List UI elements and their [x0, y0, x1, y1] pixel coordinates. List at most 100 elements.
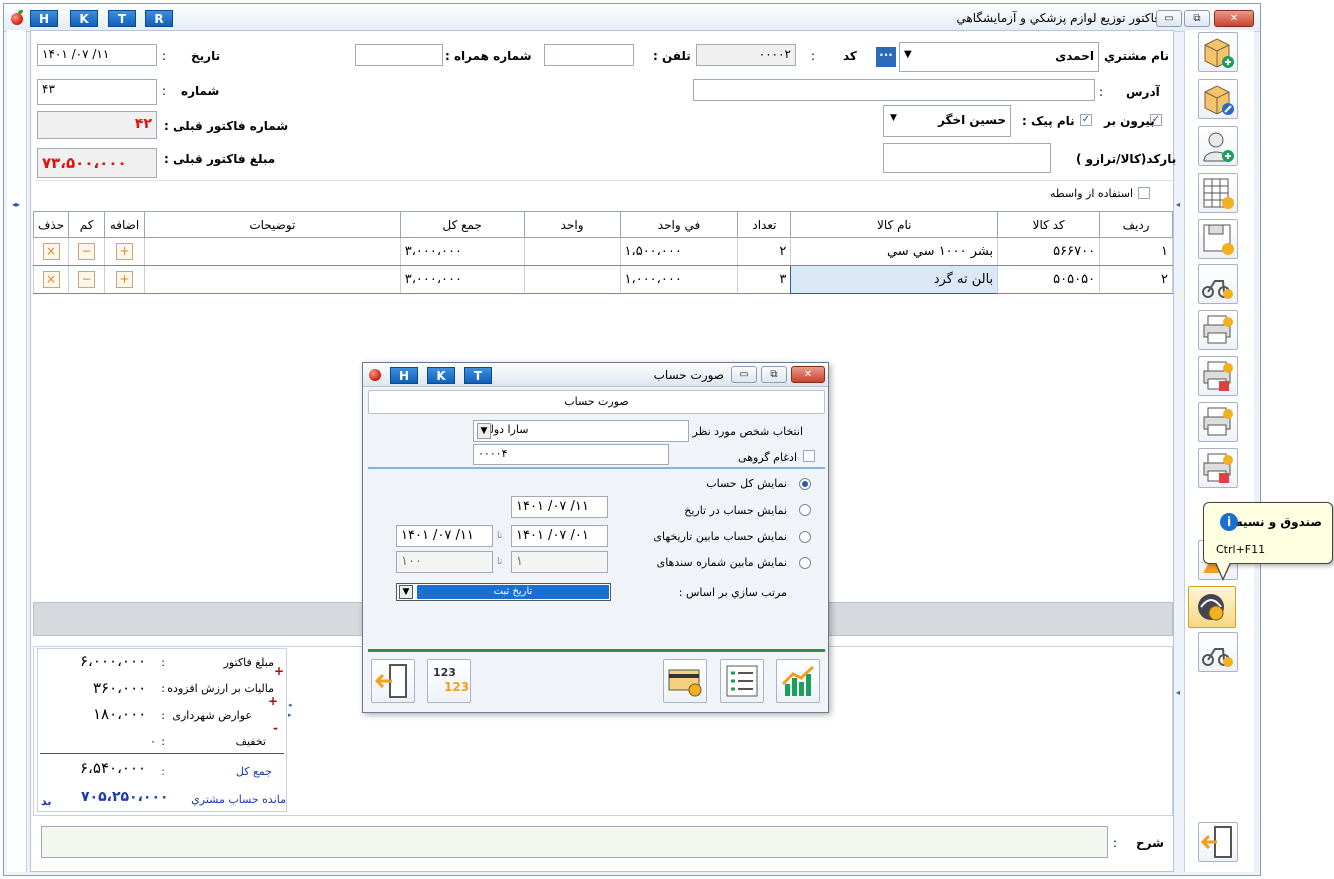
list-report-button[interactable] — [720, 659, 764, 703]
cell-name[interactable]: بشر ۱۰۰۰ سي سي — [790, 237, 999, 266]
table-row[interactable]: ۱ ۵۶۶۷۰۰ بشر ۱۰۰۰ سي سي ۲ ۱،۵۰۰،۰۰۰ ۳،۰۰… — [32, 237, 1173, 266]
hkt-h-button[interactable]: H — [30, 10, 58, 27]
hkt-t-button[interactable]: T — [108, 10, 136, 27]
date-field[interactable]: ۱۴۰۱ /۰۷ /۱۱ — [37, 44, 157, 66]
restore-button[interactable]: ⧉ — [1184, 10, 1210, 27]
minimize-button[interactable]: ▭ — [1156, 10, 1182, 27]
customer-select[interactable]: احمدی ▼ — [899, 42, 1099, 72]
dialog-exit-button[interactable] — [371, 659, 415, 703]
print-cancel-button[interactable] — [1198, 356, 1238, 396]
delete-icon[interactable]: × — [42, 243, 60, 260]
col-name: نام کالا — [790, 211, 999, 238]
courier-checkbox[interactable]: ✓ — [1080, 114, 1092, 126]
total-value: ۶،۵۴۰،۰۰۰ — [80, 759, 147, 777]
add-product-button[interactable] — [1198, 32, 1238, 72]
cell-code[interactable]: ۵۶۶۷۰۰ — [997, 237, 1101, 266]
range-from-field[interactable]: ۱۴۰۱ /۰۷ /۰۱ — [511, 525, 608, 547]
plus-icon[interactable]: + — [268, 694, 278, 708]
cash-credit-button[interactable] — [1188, 586, 1236, 628]
close-button[interactable]: ✕ — [1214, 10, 1254, 27]
decrease-icon[interactable]: − — [78, 243, 96, 260]
colon: : — [161, 765, 165, 778]
printer-delete-icon — [1203, 453, 1233, 483]
dialog-close-button[interactable]: ✕ — [791, 366, 825, 383]
dialog-minimize-button[interactable]: ▭ — [731, 366, 757, 383]
single-date-field[interactable]: ۱۴۰۱ /۰۷ /۱۱ — [511, 496, 608, 518]
chevron-down-icon[interactable]: ▼ — [399, 585, 413, 599]
chart-report-button[interactable] — [776, 659, 820, 703]
balance-tag: بد — [41, 795, 52, 808]
number-field[interactable]: ۴۳ — [37, 79, 157, 105]
col-code: کد کالا — [997, 211, 1101, 238]
dialog-hkt-h-button[interactable]: H — [390, 367, 418, 384]
sidebar-splitter-icon[interactable]: ◂ — [1176, 688, 1180, 697]
cell-unit-price[interactable]: ۱،۵۰۰،۰۰۰ — [619, 237, 739, 266]
motorcycle-view-button[interactable] — [1198, 264, 1238, 304]
cell-description[interactable] — [144, 265, 401, 294]
range-to-field[interactable]: ۱۴۰۱ /۰۷ /۱۱ — [396, 525, 493, 547]
price-table-button[interactable] — [1198, 173, 1238, 213]
dialog-hkt-t-button[interactable]: T — [464, 367, 492, 384]
cell-unit[interactable] — [523, 237, 621, 266]
customer-browse-button[interactable]: ··· — [876, 47, 896, 67]
doc-to-field[interactable]: ۱۰۰ — [396, 551, 493, 573]
dialog-hkt-k-button[interactable]: K — [427, 367, 455, 384]
cell-qty[interactable]: ۳ — [737, 265, 792, 294]
splitter-arrows-icon[interactable]: ◂▸ — [12, 200, 20, 209]
dialog-logo-icon — [369, 369, 381, 381]
courier-select[interactable]: حسين اخگر ▼ — [883, 105, 1011, 137]
chevron-down-icon[interactable]: ▼ — [477, 423, 491, 439]
chevron-down-icon[interactable]: ▼ — [904, 49, 912, 60]
intermediary-checkbox[interactable] — [1138, 187, 1150, 199]
payment-card-button[interactable] — [663, 659, 707, 703]
notes-field[interactable] — [41, 826, 1108, 858]
cell-code[interactable]: ۵۰۵۰۵۰ — [997, 265, 1101, 294]
list-icon — [726, 665, 758, 697]
dialog-footer-divider — [368, 649, 825, 652]
save-view-button[interactable] — [1198, 219, 1238, 259]
notes-colon: : — [1113, 836, 1118, 850]
plus-icon[interactable]: + — [274, 664, 284, 678]
cell-name[interactable]: بالن ته گرد — [790, 265, 999, 294]
show-docs-radio[interactable] — [799, 557, 811, 569]
sidebar-splitter-icon[interactable]: ◂ — [1176, 200, 1180, 209]
left-splitter[interactable]: ◂▸ — [7, 30, 27, 872]
hkt-r-button[interactable]: R — [145, 10, 173, 27]
show-date-radio[interactable] — [799, 504, 811, 516]
sort-select[interactable]: ▼ تاريخ ثبت — [396, 583, 611, 601]
group-merge-checkbox[interactable] — [803, 450, 815, 462]
barcode-label: بارکد(کالا/ترازو ) — [1076, 152, 1177, 166]
hkt-k-button[interactable]: K — [70, 10, 98, 27]
total-label: جمع کل — [235, 765, 272, 778]
show-all-radio[interactable] — [799, 478, 811, 490]
edit-product-button[interactable] — [1198, 79, 1238, 119]
address-field[interactable] — [693, 79, 1095, 101]
mobile-field[interactable] — [355, 44, 443, 66]
cell-unit[interactable] — [523, 265, 621, 294]
group-merge-field[interactable]: ۰۰۰۰۴ — [473, 444, 669, 465]
cell-unit-price[interactable]: ۱،۰۰۰،۰۰۰ — [619, 265, 739, 294]
show-range-radio[interactable] — [799, 531, 811, 543]
cell-description[interactable] — [144, 237, 401, 266]
delete-icon[interactable]: × — [42, 271, 60, 288]
minus-icon[interactable]: - — [273, 721, 278, 735]
table-row[interactable]: ۲ ۵۰۵۰۵۰ بالن ته گرد ۳ ۱،۰۰۰،۰۰۰ ۳،۰۰۰،۰… — [32, 265, 1173, 294]
summary-splitter-icon[interactable]: ◂ ▸ — [288, 700, 294, 760]
cell-qty[interactable]: ۲ — [737, 237, 792, 266]
dialog-restore-button[interactable]: ⧉ — [761, 366, 787, 383]
number-format-button[interactable]: 123 123 — [427, 659, 471, 703]
phone-field[interactable] — [544, 44, 634, 66]
add-icon[interactable]: + — [116, 243, 134, 260]
person-select[interactable]: سارا دولتی ▼ — [473, 420, 689, 442]
barcode-field[interactable] — [883, 143, 1051, 173]
add-person-button[interactable] — [1198, 126, 1238, 166]
add-icon[interactable]: + — [116, 271, 134, 288]
exit-button[interactable] — [1198, 822, 1238, 862]
print-delete-button[interactable] — [1198, 448, 1238, 488]
print-invoice-button[interactable] — [1198, 310, 1238, 350]
print-list-button[interactable] — [1198, 402, 1238, 442]
delivery-button[interactable] — [1198, 632, 1238, 672]
chevron-down-icon[interactable]: ▼ — [890, 113, 897, 123]
decrease-icon[interactable]: − — [78, 271, 96, 288]
doc-from-field[interactable]: ۱ — [511, 551, 608, 573]
